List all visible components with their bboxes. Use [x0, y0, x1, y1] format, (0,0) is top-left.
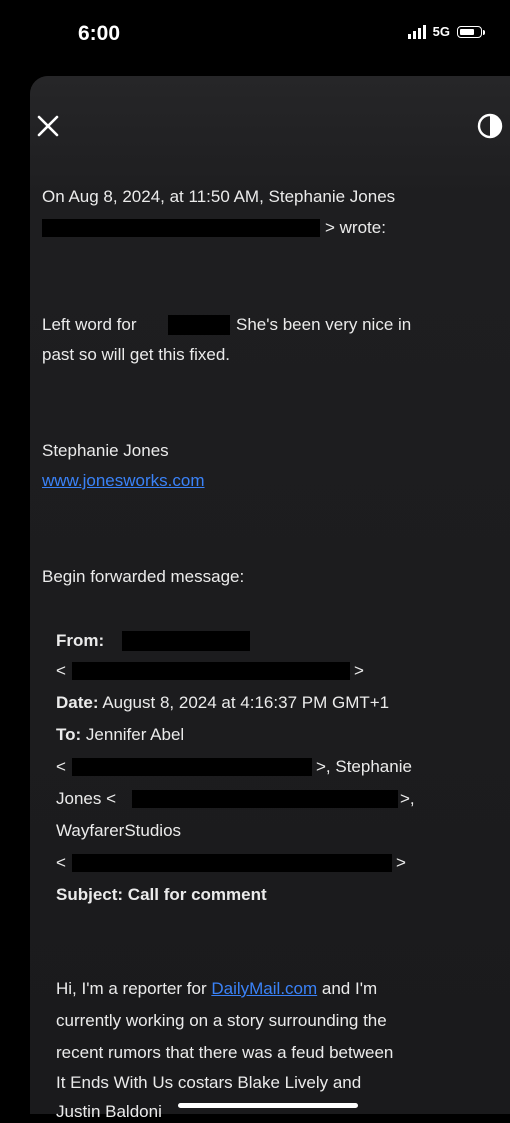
para-text: Hi, I'm a reporter for — [56, 979, 207, 998]
redacted-email — [72, 662, 350, 680]
forward-label: Begin forwarded message: — [42, 567, 245, 586]
to-studio: WayfarerStudios — [56, 821, 182, 840]
redacted-email — [72, 854, 392, 872]
subject-value: Call for comment — [127, 885, 267, 904]
angle-open: < — [56, 853, 66, 872]
para-text: and I'm — [321, 979, 378, 998]
intro-line: On Aug 8, 2024, at 11:50 AM, Stephanie J… — [42, 187, 396, 206]
to-name: Jennifer Abel — [85, 725, 185, 744]
date-row: Date: August 8, 2024 at 4:16:37 PM GMT+1 — [56, 692, 389, 714]
signature-name: Stephanie Jones — [42, 441, 169, 460]
subject-row: Subject: Call for comment — [56, 884, 267, 906]
angle-close: > — [354, 661, 364, 680]
body-text: She's been very nice in — [236, 315, 412, 334]
intro-suffix: > wrote: — [325, 218, 386, 237]
subject-label: Subject: — [56, 885, 124, 904]
para-line: It Ends With Us costars Blake Lively and — [56, 1073, 362, 1092]
from-label: From: — [56, 631, 105, 650]
para-line: currently working on a story surrounding… — [56, 1011, 387, 1030]
dailymail-link[interactable]: DailyMail.com — [211, 979, 317, 998]
date-value: August 8, 2024 at 4:16:37 PM GMT+1 — [102, 693, 390, 712]
email-body: On Aug 8, 2024, at 11:50 AM, Stephanie J… — [0, 0, 510, 1121]
date-label: Date: — [56, 693, 99, 712]
to-suffix: >, Stephanie — [316, 757, 412, 776]
para-line: Justin Baldoni — [56, 1102, 162, 1121]
to-prefix: Jones < — [56, 789, 117, 808]
para-line: recent rumors that there was a feud betw… — [56, 1043, 394, 1062]
redacted-email — [72, 758, 312, 776]
home-indicator[interactable] — [178, 1103, 358, 1108]
redacted-sender — [122, 631, 250, 651]
angle-open: < — [56, 661, 66, 680]
to-label: To: — [56, 725, 82, 744]
signature-link[interactable]: www.jonesworks.com — [42, 470, 205, 492]
body-text: Left word for — [42, 315, 137, 334]
body-text: past so will get this fixed. — [42, 345, 231, 364]
redacted-email — [42, 219, 320, 237]
redacted-name — [168, 315, 230, 335]
to-row: To: Jennifer Abel — [56, 724, 184, 746]
redacted-email — [132, 790, 398, 808]
para-line: Hi, I'm a reporter for DailyMail.com and… — [56, 978, 377, 1000]
angle-open: < — [56, 757, 66, 776]
to-suffix: >, — [400, 789, 415, 808]
angle-close: > — [396, 853, 406, 872]
